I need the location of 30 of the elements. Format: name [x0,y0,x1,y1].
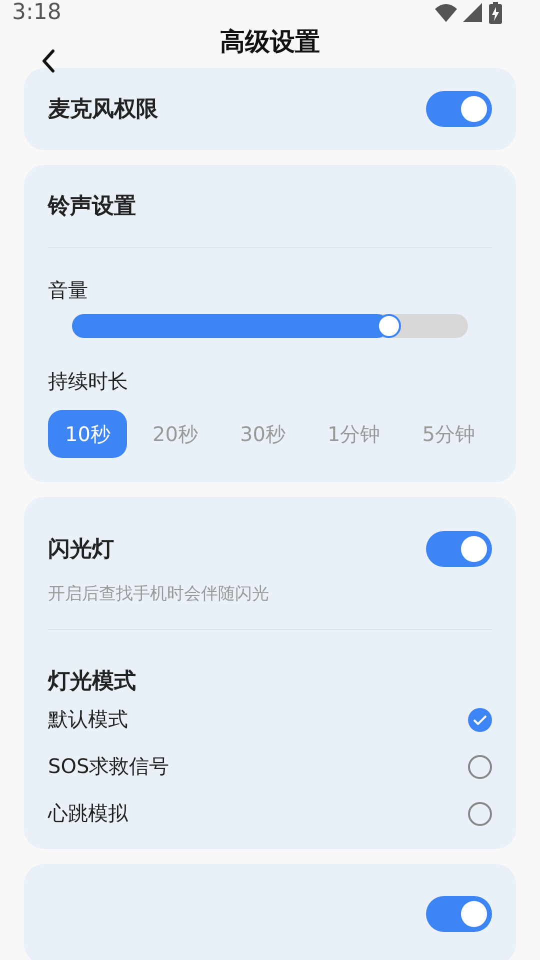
setting-label: 音量 [48,277,88,304]
setting-label: 麦克风权限 [48,96,158,124]
mode-label: 默认模式 [48,706,128,733]
radio-button[interactable] [468,754,492,778]
battery-icon [489,2,502,24]
section-title: 灯光模式 [48,668,136,696]
duration-option[interactable]: 20秒 [135,410,215,458]
duration-option[interactable]: 30秒 [222,410,302,458]
slider-thumb[interactable] [376,314,401,338]
setting-description: 开启后查找手机时会伴随闪光 [48,582,269,604]
toggle-switch[interactable] [426,91,492,127]
setting-label: 持续时长 [48,368,128,394]
wifi-icon [435,2,457,22]
back-icon [41,49,55,73]
setting-label: 闪光灯 [48,536,114,564]
volume-slider[interactable] [72,314,468,338]
mode-label: 心跳模拟 [48,800,128,827]
toggle-switch[interactable] [426,896,492,932]
mode-label: SOS求救信号 [48,753,170,780]
checkmark-icon [473,714,487,724]
section-title: 铃声设置 [48,193,136,221]
status-time: 3:18 [12,0,62,25]
duration-option[interactable]: 1分钟 [310,410,398,458]
page-title: 高级设置 [220,26,320,58]
radio-button[interactable] [468,708,492,732]
toggle-switch[interactable] [426,531,492,567]
duration-option[interactable]: 10秒 [48,410,128,458]
signal-icon [463,2,483,22]
radio-button[interactable] [468,802,492,826]
duration-option[interactable]: 5分钟 [405,410,492,458]
